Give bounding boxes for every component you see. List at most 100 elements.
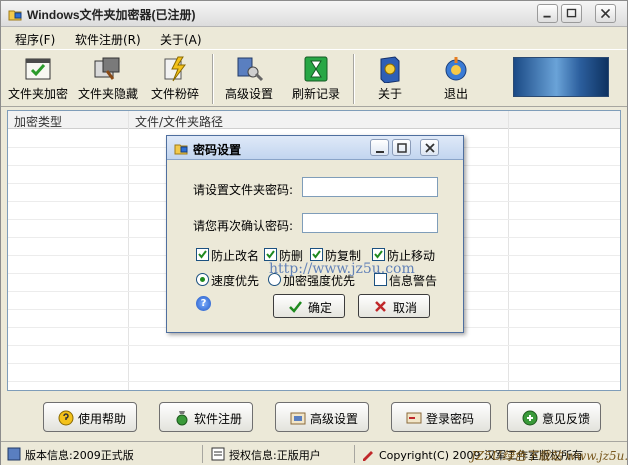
dialog-title-bar[interactable]: 密码设置 [167,136,463,160]
menu-register[interactable]: 软件注册(R) [75,31,141,48]
cancel-icon [375,301,386,312]
login-password-button[interactable]: 登录密码 [391,402,491,432]
dialog-minimize-button[interactable] [370,139,389,156]
pen-icon [363,451,373,461]
column-divider [508,111,509,390]
close-button[interactable] [595,4,616,23]
row-divider [8,345,620,346]
exit-tool[interactable]: 退出 [429,50,483,108]
help-button-label: 使用帮助 [78,412,127,426]
license-text: 授权信息:正版用户 [229,449,321,462]
cancel-button[interactable]: 取消 [358,294,430,318]
menu-program[interactable]: 程序(F) [15,31,55,48]
check-icon [266,250,275,259]
license-icon [211,447,225,461]
prevent-rename-checkbox[interactable] [196,248,209,261]
app-lock-icon [8,10,22,21]
maximize-icon [397,143,407,153]
dialog-help-icon[interactable]: ? [196,296,211,311]
toolbar-separator [353,54,355,104]
prevent-move-checkbox[interactable] [372,248,385,261]
info-icon [7,447,21,461]
folder-lock-icon [25,58,51,80]
advanced-settings-button[interactable]: 高级设置 [275,402,369,432]
column-header-type[interactable]: 加密类型 [14,113,62,130]
register-button-label: 软件注册 [194,412,243,426]
advanced-settings-label: 高级设置 [310,412,359,426]
toolbar-label: 文件夹隐藏 [77,87,138,101]
menu-bar: 程序(F) 软件注册(R) 关于(A) [1,28,627,48]
settings-icon [290,412,306,425]
folder-hide-button[interactable]: 文件夹隐藏 [75,50,141,108]
file-shred-button[interactable]: 文件粉碎 [144,50,206,108]
toolbar-label: 关于 [377,87,402,101]
toolbar-label: 文件粉碎 [150,87,199,101]
maximize-icon [566,8,577,18]
toolbar-label: 退出 [443,87,468,101]
check-icon [312,250,321,259]
dialog-title: 密码设置 [193,143,242,157]
toolbar-label: 刷新记录 [291,87,340,101]
prevent-copy-checkbox[interactable] [310,248,323,261]
help-button[interactable]: 使用帮助 [43,402,137,432]
hourglass-icon [304,56,328,82]
dialog-maximize-button[interactable] [392,139,411,156]
login-icon [406,412,422,424]
shred-icon [164,56,186,82]
menu-about[interactable]: 关于(A) [160,31,202,48]
row-divider [8,381,620,382]
prevent-delete-checkbox[interactable] [264,248,277,261]
close-icon [425,143,435,153]
version-text: 版本信息:2009正式版 [25,449,134,462]
status-license: 授权信息:正版用户 [207,445,355,463]
list-header: 加密类型 文件/文件夹路径 [8,111,620,129]
password-dialog: 密码设置 请设置文件夹密码: 请您再次确认密码: 防止改名 防删 防复制 防止移… [166,135,464,333]
minimize-button[interactable] [537,4,558,23]
folder-encrypt-button[interactable]: 文件夹加密 [5,50,71,108]
ok-button-label: 确定 [308,301,333,315]
confirm-password-input[interactable] [302,213,438,233]
prevent-rename-label: 防止改名 [211,249,260,263]
folder-hide-icon [94,57,120,80]
status-version: 版本信息:2009正式版 [3,445,203,463]
dialog-lock-icon [174,144,188,155]
ok-button[interactable]: 确定 [273,294,345,318]
refresh-records-tool[interactable]: 刷新记录 [288,50,344,108]
minimize-icon [376,151,384,153]
cancel-button-label: 取消 [393,301,418,315]
dialog-close-button[interactable] [420,139,439,156]
feedback-button-label: 意见反馈 [542,412,591,426]
toolbar-separator [212,54,214,104]
about-tool[interactable]: 关于 [363,50,417,108]
check-icon [289,301,302,313]
register-icon [176,411,188,426]
help-icon [58,410,74,426]
exit-icon [445,57,467,81]
book-icon [380,56,400,83]
toolbar: 文件夹加密 文件夹隐藏 文件粉碎 高级设置 刷新记录 关于 退出 [1,49,627,107]
close-icon [600,8,611,19]
toolbar-label: 高级设置 [224,87,273,101]
speed-priority-label: 速度优先 [211,274,260,288]
password-label: 请设置文件夹密码: [193,183,294,197]
speed-priority-radio[interactable] [196,273,209,286]
check-icon [374,250,383,259]
main-window: Windows文件夹加密器(已注册) 程序(F) 软件注册(R) 关于(A) 文… [0,0,628,465]
register-button[interactable]: 软件注册 [159,402,253,432]
password-input[interactable] [302,177,438,197]
toolbar-label: 文件夹加密 [7,87,68,101]
advanced-settings-tool[interactable]: 高级设置 [221,50,277,108]
window-title: Windows文件夹加密器(已注册) [27,8,196,22]
key-settings-icon [237,57,264,82]
confirm-password-label: 请您再次确认密码: [193,219,294,233]
row-divider [8,363,620,364]
check-icon [198,250,207,259]
maximize-button[interactable] [561,4,582,23]
site-watermark: http://www.jz5u.com [269,261,415,277]
feedback-button[interactable]: 意见反馈 [507,402,601,432]
corner-watermark: JZ5U绿色下载站 www.jz5u.com [471,449,628,463]
column-divider [128,111,129,390]
title-bar[interactable]: Windows文件夹加密器(已注册) [1,1,627,27]
column-header-path[interactable]: 文件/文件夹路径 [135,113,223,130]
login-password-label: 登录密码 [426,412,475,426]
